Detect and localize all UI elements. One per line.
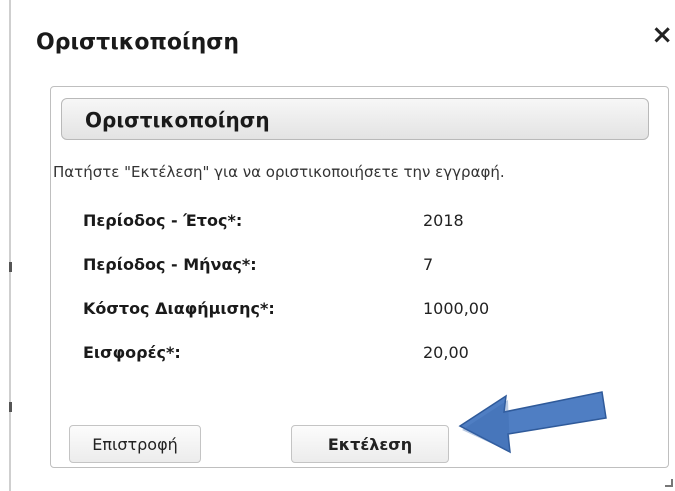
field-label-year: Περίοδος - Έτος*: bbox=[83, 211, 243, 230]
panel-header: Οριστικοποίηση bbox=[61, 98, 649, 140]
background-window-border bbox=[9, 0, 11, 491]
annotation-arrow-icon bbox=[458, 391, 607, 454]
field-label-advertising-cost: Κόστος Διαφήμισης*: bbox=[83, 299, 275, 318]
field-value-month: 7 bbox=[423, 255, 434, 274]
dialog-title: Οριστικοποίηση bbox=[36, 30, 240, 55]
instruction-text: Πατήστε "Εκτέλεση" για να οριστικοποιήσε… bbox=[53, 163, 505, 181]
background-window-edge bbox=[0, 0, 12, 491]
close-icon[interactable]: × bbox=[651, 22, 673, 48]
back-button[interactable]: Επιστροφή bbox=[69, 425, 201, 463]
resize-grip-icon[interactable] bbox=[665, 479, 673, 487]
field-value-year: 2018 bbox=[423, 211, 464, 230]
field-value-advertising-cost: 1000,00 bbox=[423, 299, 490, 318]
field-label-month: Περίοδος - Μήνας*: bbox=[83, 255, 257, 274]
panel-header-title: Οριστικοποίηση bbox=[85, 108, 270, 132]
field-label-contributions: Εισφορές*: bbox=[83, 343, 181, 362]
run-button[interactable]: Εκτέλεση bbox=[291, 425, 449, 463]
finalize-dialog: Οριστικοποίηση × Οριστικοποίηση Πατήστε … bbox=[12, 0, 675, 491]
field-value-contributions: 20,00 bbox=[423, 343, 469, 362]
